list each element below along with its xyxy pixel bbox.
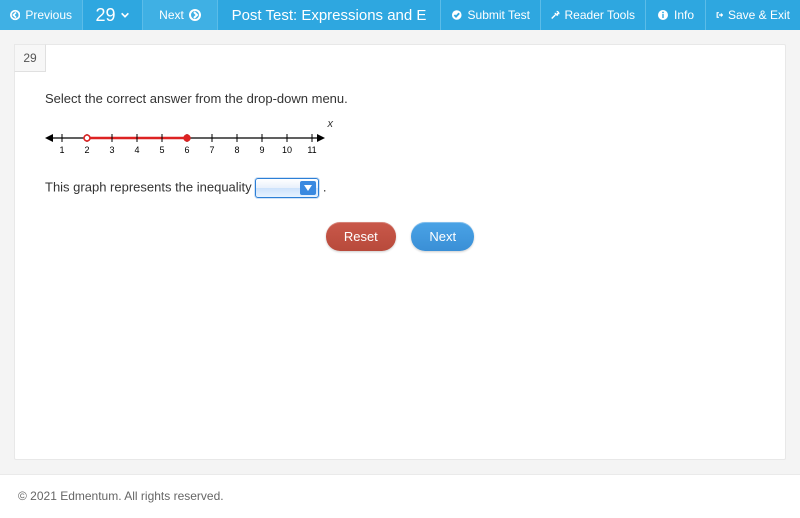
footer: © 2021 Edmentum. All rights reserved. bbox=[0, 474, 800, 518]
content-stage: 29 Select the correct answer from the dr… bbox=[0, 30, 800, 474]
info-label: Info bbox=[674, 8, 694, 22]
svg-text:11: 11 bbox=[307, 145, 316, 155]
submit-test-button[interactable]: Submit Test bbox=[440, 0, 540, 30]
sentence-suffix: . bbox=[323, 179, 327, 194]
question-content: Select the correct answer from the drop-… bbox=[15, 45, 785, 271]
info-icon bbox=[657, 9, 669, 21]
footer-copyright: © 2021 Edmentum. All rights reserved. bbox=[18, 489, 224, 503]
svg-text:4: 4 bbox=[134, 145, 139, 155]
next-question-button[interactable]: Next bbox=[411, 222, 474, 251]
svg-text:6: 6 bbox=[184, 145, 189, 155]
previous-button[interactable]: Previous bbox=[0, 0, 82, 30]
answer-dropdown[interactable] bbox=[255, 178, 319, 198]
save-exit-button[interactable]: Save & Exit bbox=[705, 0, 800, 30]
svg-text:2: 2 bbox=[84, 145, 89, 155]
top-nav-bar: Previous 29 Next Post Test: Expressions … bbox=[0, 0, 800, 30]
check-circle-icon bbox=[451, 9, 463, 21]
number-line-svg: 1 2 3 4 5 6 7 8 9 10 11 bbox=[45, 128, 325, 158]
question-card: 29 Select the correct answer from the dr… bbox=[14, 44, 786, 460]
reader-tools-label: Reader Tools bbox=[565, 8, 636, 22]
svg-text:10: 10 bbox=[282, 145, 292, 155]
question-number-label: 29 bbox=[95, 5, 115, 26]
button-row: Reset Next bbox=[45, 222, 755, 251]
sentence-prefix: This graph represents the inequality bbox=[45, 179, 255, 194]
next-label: Next bbox=[159, 8, 184, 22]
question-badge-label: 29 bbox=[23, 51, 36, 65]
arrow-right-icon bbox=[189, 9, 201, 21]
reader-tools-button[interactable]: Reader Tools bbox=[540, 0, 645, 30]
arrow-left-icon bbox=[10, 9, 20, 21]
inequality-sentence: This graph represents the inequality . bbox=[45, 178, 755, 198]
chevron-down-icon bbox=[120, 10, 130, 20]
question-prompt: Select the correct answer from the drop-… bbox=[45, 91, 755, 106]
question-badge: 29 bbox=[14, 44, 46, 72]
exit-icon bbox=[716, 9, 723, 21]
svg-text:7: 7 bbox=[209, 145, 214, 155]
test-title: Post Test: Expressions and E bbox=[217, 0, 440, 30]
svg-text:5: 5 bbox=[159, 145, 164, 155]
reset-button[interactable]: Reset bbox=[326, 222, 396, 251]
svg-text:9: 9 bbox=[259, 145, 264, 155]
save-exit-label: Save & Exit bbox=[728, 8, 790, 22]
next-button[interactable]: Next bbox=[142, 0, 217, 30]
test-title-label: Post Test: Expressions and E bbox=[232, 7, 427, 24]
question-number-dropdown[interactable]: 29 bbox=[82, 0, 142, 30]
submit-test-label: Submit Test bbox=[468, 8, 530, 22]
svg-text:8: 8 bbox=[234, 145, 239, 155]
info-button[interactable]: Info bbox=[645, 0, 705, 30]
svg-text:1: 1 bbox=[59, 145, 64, 155]
number-line-graphic: x bbox=[45, 128, 325, 164]
wrench-icon bbox=[551, 9, 560, 21]
axis-variable-label: x bbox=[328, 118, 334, 130]
previous-label: Previous bbox=[25, 8, 72, 22]
dropdown-arrow-icon bbox=[300, 181, 316, 195]
svg-text:3: 3 bbox=[109, 145, 114, 155]
